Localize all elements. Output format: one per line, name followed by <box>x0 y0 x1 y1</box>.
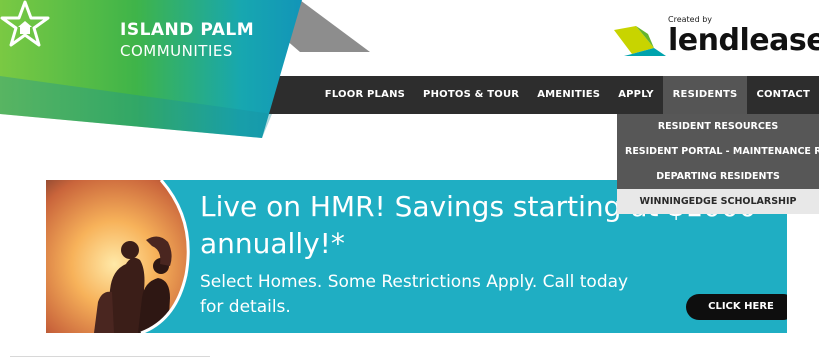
island-palm-brand-banner[interactable]: ISLAND PALM COMMUNITIES <box>0 0 380 140</box>
main-nav: FLOOR PLANS PHOTOS & TOUR AMENITIES APPL… <box>316 76 819 114</box>
menu-item-resident-portal[interactable]: RESIDENT PORTAL - MAINTENANCE REQUE <box>617 139 819 164</box>
page: ISLAND PALM COMMUNITIES Created by lendl… <box>0 0 819 361</box>
nav-floor-plans[interactable]: FLOOR PLANS <box>316 76 414 114</box>
nav-photos-tour[interactable]: PHOTOS & TOUR <box>414 76 528 114</box>
promo-subtitle: Select Homes. Some Restrictions Apply. C… <box>200 272 629 317</box>
brand-name-line2: COMMUNITIES <box>120 42 233 60</box>
divider <box>10 356 210 357</box>
residents-dropdown-menu: RESIDENT RESOURCES RESIDENT PORTAL - MAI… <box>617 114 819 214</box>
nav-residents[interactable]: RESIDENTS <box>662 76 748 114</box>
family-sunset-photo <box>46 180 190 333</box>
brand-name-line1: ISLAND PALM <box>120 20 255 40</box>
click-here-button[interactable]: CLICK HERE <box>686 294 787 320</box>
nav-amenities[interactable]: AMENITIES <box>528 76 609 114</box>
star-house-logo-icon <box>0 0 50 47</box>
nav-contact[interactable]: CONTACT <box>747 76 819 114</box>
lendlease-mark-icon <box>614 26 666 56</box>
nav-apply[interactable]: APPLY <box>609 76 662 114</box>
menu-item-departing-residents[interactable]: DEPARTING RESIDENTS <box>617 164 819 189</box>
lendlease-wordmark: lendlease <box>668 23 819 58</box>
menu-item-winningedge-scholarship[interactable]: WINNINGEDGE SCHOLARSHIP <box>617 189 819 214</box>
menu-item-resident-resources[interactable]: RESIDENT RESOURCES <box>617 114 819 139</box>
